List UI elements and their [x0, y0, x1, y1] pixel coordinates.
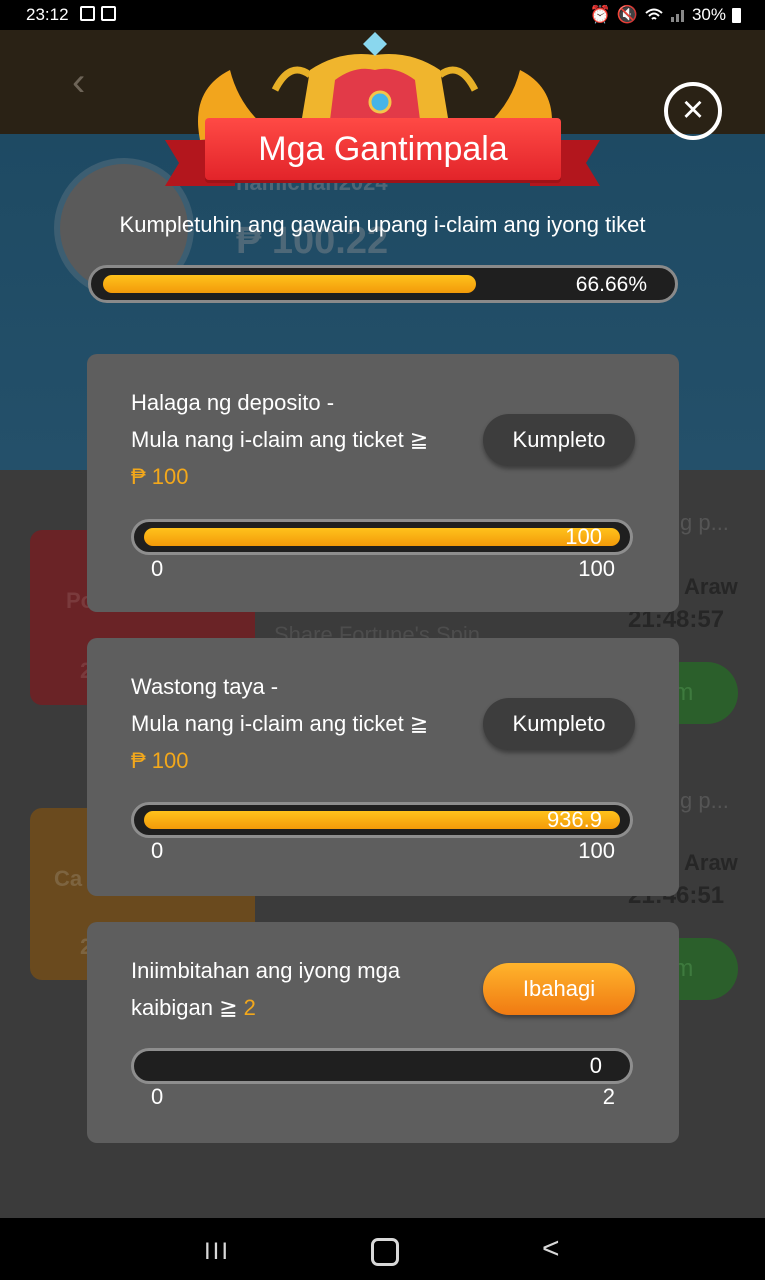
task-label-line2: kaibigan ≧ — [131, 995, 238, 1020]
task-progress-min: 0 — [151, 1084, 164, 1109]
status-bar: 23:12 ⏰ 🔇 30% — [0, 0, 765, 30]
task-progress-value: 936.9 — [546, 807, 602, 832]
background-day-label: Araw — [684, 574, 738, 599]
modal-subtitle: Kumpletuhin ang gawain upang i-claim ang… — [119, 212, 646, 237]
task-card-invite: Iniimbitahan ang iyong mga kaibigan ≧ 2 … — [87, 922, 679, 1143]
background-truncated-text: g p... — [680, 510, 729, 535]
alarm-icon: ⏰ — [589, 5, 611, 24]
task-progress-value: 100 — [565, 524, 602, 549]
mute-icon: 🔇 — [616, 5, 638, 24]
task-progress-value: 0 — [589, 1053, 602, 1078]
modal-title: Mga Gantimpala — [205, 118, 561, 180]
task-card-valid-bet: Wastong taya - Mula nang i-claim ang tic… — [87, 638, 679, 896]
background-back-icon: ‹ — [72, 60, 86, 104]
task-label-line1: Wastong taya - — [131, 674, 279, 699]
overall-progress-fill — [103, 275, 477, 293]
share-button[interactable]: Ibahagi — [483, 963, 635, 1015]
signal-icon — [670, 10, 684, 22]
task-label: Halaga ng deposito - Mula nang i-claim a… — [131, 384, 428, 495]
task-label: Wastong taya - Mula nang i-claim ang tic… — [131, 668, 428, 779]
background-truncated-text: g p... — [680, 788, 729, 813]
task-progress-bar: 936.9 — [131, 802, 633, 838]
complete-button[interactable]: Kumpleto — [483, 698, 635, 750]
task-progress-bar: 100 — [131, 519, 633, 555]
task-progress-max: 100 — [578, 556, 615, 581]
image-icon — [80, 6, 95, 21]
task-progress-max: 2 — [602, 1084, 615, 1109]
checkbox-icon — [101, 6, 116, 21]
task-progress-min: 0 — [151, 556, 164, 581]
battery-percent: 30% — [691, 5, 726, 24]
task-card-deposit: Halaga ng deposito - Mula nang i-claim a… — [87, 354, 679, 612]
task-amount: ₱ 100 — [131, 464, 189, 489]
task-label-line2: Mula nang i-claim ang ticket ≧ — [131, 427, 429, 452]
battery-icon — [732, 7, 741, 23]
background-card-code: Ca — [54, 866, 83, 891]
overall-progress-bar: 66.66% — [88, 265, 678, 303]
wifi-icon — [645, 8, 663, 20]
close-button[interactable]: × — [664, 82, 722, 140]
task-progress-max: 100 — [578, 838, 615, 863]
task-amount: 2 — [243, 995, 256, 1020]
back-icon[interactable]: < — [542, 1232, 560, 1266]
home-icon[interactable] — [371, 1238, 399, 1266]
task-progress-fill — [144, 528, 620, 546]
background-day-label: Araw — [684, 850, 738, 875]
task-label-line2: Mula nang i-claim ang ticket ≧ — [131, 711, 429, 736]
task-progress-bar: 0 — [131, 1048, 633, 1084]
complete-button[interactable]: Kumpleto — [483, 414, 635, 466]
task-label-line1: Halaga ng deposito - — [131, 390, 335, 415]
task-label-line1: Iniimbitahan ang iyong mga — [131, 958, 401, 983]
task-progress-min: 0 — [151, 838, 164, 863]
close-icon: × — [681, 89, 705, 131]
task-label: Iniimbitahan ang iyong mga kaibigan ≧ 2 — [131, 952, 400, 1026]
recents-icon[interactable]: III — [204, 1238, 230, 1266]
status-time: 23:12 — [26, 5, 69, 24]
task-amount: ₱ 100 — [131, 748, 189, 773]
overall-progress-percent: 66.66% — [575, 273, 647, 296]
